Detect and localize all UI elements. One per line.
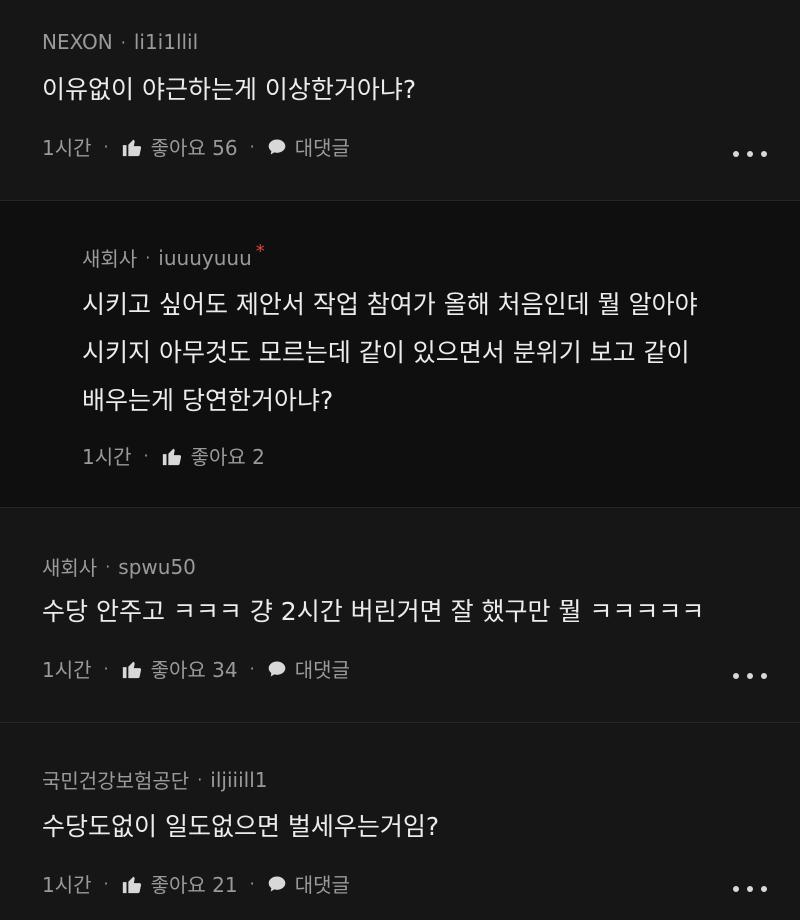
author-username[interactable]: iljiiill1 xyxy=(210,768,267,792)
more-dots-icon xyxy=(733,673,739,679)
comment-meta: 1시간 · 좋아요 21 · 대댓글 xyxy=(42,869,350,898)
like-button[interactable]: 좋아요 2 xyxy=(191,441,265,470)
comment-item: NEXON · li1i1llil 이유없이 야근하는게 이상한거아냐? 1시간… xyxy=(0,0,800,200)
separator: · xyxy=(197,770,203,789)
reply-button[interactable]: 대댓글 xyxy=(295,654,350,683)
comment-header: 국민건강보험공단 · iljiiill1 xyxy=(42,765,267,794)
separator: · xyxy=(143,446,149,465)
comment-time: 1시간 xyxy=(42,136,92,160)
reply-button[interactable]: 대댓글 xyxy=(295,869,350,898)
comment-time: 1시간 xyxy=(42,873,92,897)
separator: · xyxy=(249,137,255,156)
comment-header: 새회사 · iuuuyuuu * xyxy=(82,241,265,272)
comment-text: 수당도없이 일도없으면 벌세우는거임? xyxy=(42,803,439,851)
thumbs-up-icon[interactable] xyxy=(121,873,143,895)
comment-text-line: 이유없이 야근하는게 이상한거아냐? xyxy=(42,75,417,104)
author-username[interactable]: spwu50 xyxy=(118,555,196,579)
comment-text-line: 수당도없이 일도없으면 벌세우는거임? xyxy=(42,812,440,841)
comment-time: 1시간 xyxy=(82,445,132,469)
comment-text-line: 배우는게 당연한거아냐? xyxy=(82,386,334,415)
reply-item: 새회사 · iuuuyuuu * 시키고 싶어도 제안서 작업 참여가 올해 처… xyxy=(0,201,800,507)
like-button[interactable]: 좋아요 56 xyxy=(151,132,238,161)
comment-text-line: 시키고 싶어도 제안서 작업 참여가 올해 처음인데 뭘 알아야 xyxy=(82,290,698,319)
comment-meta: 1시간 · 좋아요 34 · 대댓글 xyxy=(42,654,350,683)
author-company[interactable]: 새회사 xyxy=(82,243,137,272)
comment-text: 수당 안주고 ㅋㅋㅋ 걍 2시간 버린거면 잘 했구만 뭘 ㅋㅋㅋㅋㅋ xyxy=(42,588,704,636)
thumbs-up-icon[interactable] xyxy=(161,445,183,467)
reply-button[interactable]: 대댓글 xyxy=(295,132,350,161)
like-button[interactable]: 좋아요 21 xyxy=(151,869,238,898)
separator: · xyxy=(105,557,111,576)
comment-item: 새회사 · spwu50 수당 안주고 ㅋㅋㅋ 걍 2시간 버린거면 잘 했구만… xyxy=(0,508,800,722)
more-options-button[interactable] xyxy=(733,883,767,895)
separator: · xyxy=(103,659,109,678)
thumbs-up-icon[interactable] xyxy=(121,658,143,680)
author-company[interactable]: 국민건강보험공단 xyxy=(42,765,189,794)
author-username[interactable]: iuuuyuuu xyxy=(158,246,251,270)
author-username[interactable]: li1i1llil xyxy=(134,30,198,54)
separator: · xyxy=(249,874,255,893)
separator: · xyxy=(145,248,151,267)
more-options-button[interactable] xyxy=(733,148,767,160)
chat-bubble-icon[interactable] xyxy=(267,874,287,894)
separator: · xyxy=(103,874,109,893)
more-options-button[interactable] xyxy=(733,670,767,682)
separator: · xyxy=(120,32,126,52)
author-company[interactable]: 새회사 xyxy=(42,552,97,581)
chat-bubble-icon[interactable] xyxy=(267,659,287,679)
chat-bubble-icon[interactable] xyxy=(267,137,287,157)
comment-text-line: 수당 안주고 ㅋㅋㅋ 걍 2시간 버린거면 잘 했구만 뭘 ㅋㅋㅋㅋㅋ xyxy=(42,597,705,626)
separator: · xyxy=(103,137,109,156)
thumbs-up-icon[interactable] xyxy=(121,136,143,158)
comment-text: 시키고 싶어도 제안서 작업 참여가 올해 처음인데 뭘 알아야 시키지 아무것… xyxy=(82,281,698,425)
comment-header: NEXON · li1i1llil xyxy=(42,30,198,54)
comment-meta: 1시간 · 좋아요 56 · 대댓글 xyxy=(42,132,350,161)
more-dots-icon xyxy=(733,151,739,157)
author-company[interactable]: NEXON xyxy=(42,30,113,54)
comment-text: 이유없이 야근하는게 이상한거아냐? xyxy=(42,66,416,114)
comment-time: 1시간 xyxy=(42,658,92,682)
separator: · xyxy=(249,659,255,678)
author-badge: * xyxy=(255,241,265,262)
more-dots-icon xyxy=(733,886,739,892)
comment-item: 국민건강보험공단 · iljiiill1 수당도없이 일도없으면 벌세우는거임?… xyxy=(0,723,800,920)
comment-meta: 1시간 · 좋아요 2 xyxy=(82,441,265,470)
like-button[interactable]: 좋아요 34 xyxy=(151,654,238,683)
comment-header: 새회사 · spwu50 xyxy=(42,552,196,581)
comment-text-line: 시키지 아무것도 모르는데 같이 있으면서 분위기 보고 같이 xyxy=(82,338,690,367)
